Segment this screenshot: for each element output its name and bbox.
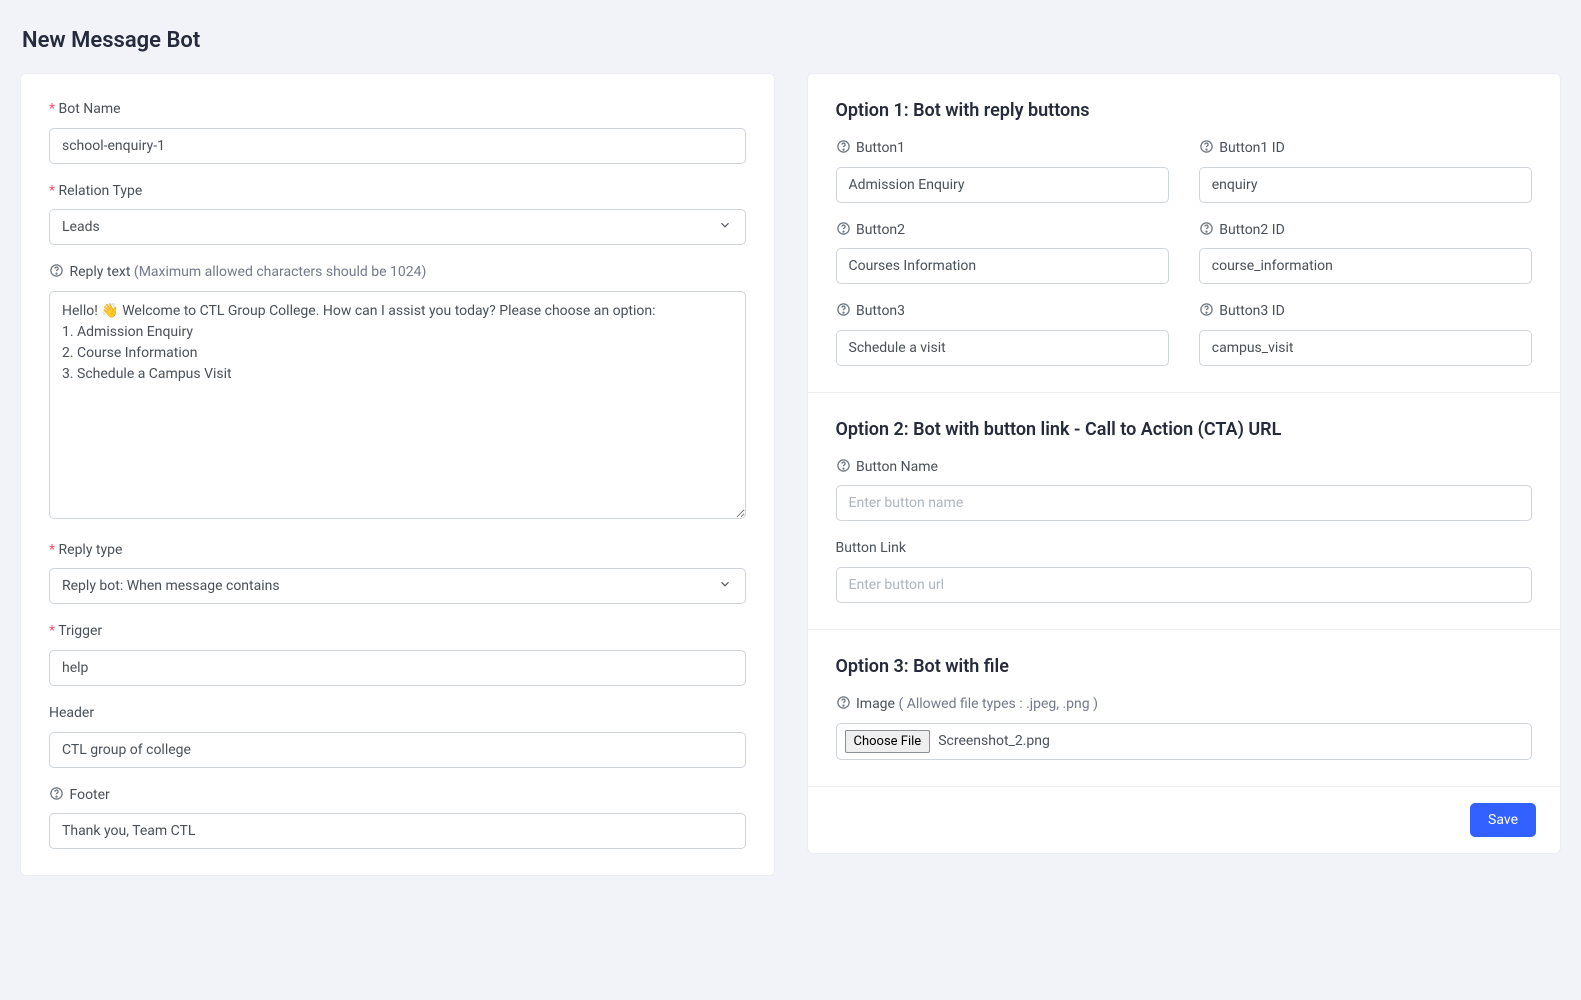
- button2-id-input[interactable]: [1199, 248, 1532, 284]
- button1-id-input[interactable]: [1199, 167, 1532, 203]
- help-icon: [836, 221, 851, 236]
- image-label-text: Image: [856, 696, 898, 712]
- button3-label-text: Button3: [856, 303, 905, 319]
- header-input[interactable]: [49, 732, 746, 768]
- button-link-input[interactable]: [836, 567, 1533, 603]
- relation-type-select[interactable]: Leads: [49, 209, 746, 245]
- button3-input[interactable]: [836, 330, 1169, 366]
- left-card: Bot Name Relation Type Leads: [20, 73, 775, 876]
- reply-text-textarea[interactable]: [49, 291, 746, 519]
- button3-label: Button3: [836, 302, 1169, 322]
- help-icon: [1199, 302, 1214, 317]
- page-title: New Message Bot: [22, 28, 1561, 53]
- image-label: Image ( Allowed file types : .jpeg, .png…: [836, 695, 1533, 715]
- button-name-label: Button Name: [836, 458, 1533, 478]
- button-name-label-text: Button Name: [856, 459, 938, 475]
- reply-type-select[interactable]: Reply bot: When message contains: [49, 568, 746, 604]
- button2-id-label: Button2 ID: [1199, 221, 1532, 241]
- button3-id-input[interactable]: [1199, 330, 1532, 366]
- option3-title: Option 3: Bot with file: [836, 656, 1533, 677]
- trigger-label: Trigger: [49, 622, 746, 642]
- header-label: Header: [49, 704, 746, 724]
- reply-type-label: Reply type: [49, 541, 746, 561]
- help-icon: [49, 263, 64, 278]
- option2-title: Option 2: Bot with button link - Call to…: [836, 419, 1533, 440]
- choose-file-button[interactable]: Choose File: [845, 730, 931, 753]
- button1-input[interactable]: [836, 167, 1169, 203]
- help-icon: [1199, 139, 1214, 154]
- button1-label: Button1: [836, 139, 1169, 159]
- footer-label-text: Footer: [69, 787, 109, 803]
- reply-text-label: Reply text (Maximum allowed characters s…: [49, 263, 746, 283]
- help-icon: [49, 786, 64, 801]
- button1-id-label-text: Button1 ID: [1219, 140, 1285, 156]
- help-icon: [1199, 221, 1214, 236]
- footer-input[interactable]: [49, 813, 746, 849]
- button-link-label: Button Link: [836, 539, 1533, 559]
- bot-name-input[interactable]: [49, 128, 746, 164]
- help-icon: [836, 139, 851, 154]
- button1-id-label: Button1 ID: [1199, 139, 1532, 159]
- button2-label: Button2: [836, 221, 1169, 241]
- trigger-input[interactable]: [49, 650, 746, 686]
- file-name: Screenshot_2.png: [938, 733, 1050, 749]
- file-input-row[interactable]: Choose File Screenshot_2.png: [836, 723, 1533, 760]
- help-icon: [836, 458, 851, 473]
- right-card: Option 1: Bot with reply buttons Button1: [807, 73, 1562, 854]
- button3-id-label: Button3 ID: [1199, 302, 1532, 322]
- help-icon: [836, 695, 851, 710]
- footer-label: Footer: [49, 786, 746, 806]
- reply-text-label-text: Reply text: [69, 264, 133, 280]
- button2-input[interactable]: [836, 248, 1169, 284]
- help-icon: [836, 302, 851, 317]
- button-name-input[interactable]: [836, 485, 1533, 521]
- button1-label-text: Button1: [856, 140, 905, 156]
- reply-text-hint: (Maximum allowed characters should be 10…: [134, 264, 426, 280]
- save-button[interactable]: Save: [1470, 803, 1536, 837]
- option1-title: Option 1: Bot with reply buttons: [836, 100, 1533, 121]
- relation-type-label: Relation Type: [49, 182, 746, 202]
- button2-id-label-text: Button2 ID: [1219, 222, 1285, 238]
- button2-label-text: Button2: [856, 222, 905, 238]
- button3-id-label-text: Button3 ID: [1219, 303, 1285, 319]
- image-hint: ( Allowed file types : .jpeg, .png ): [898, 696, 1098, 712]
- bot-name-label: Bot Name: [49, 100, 746, 120]
